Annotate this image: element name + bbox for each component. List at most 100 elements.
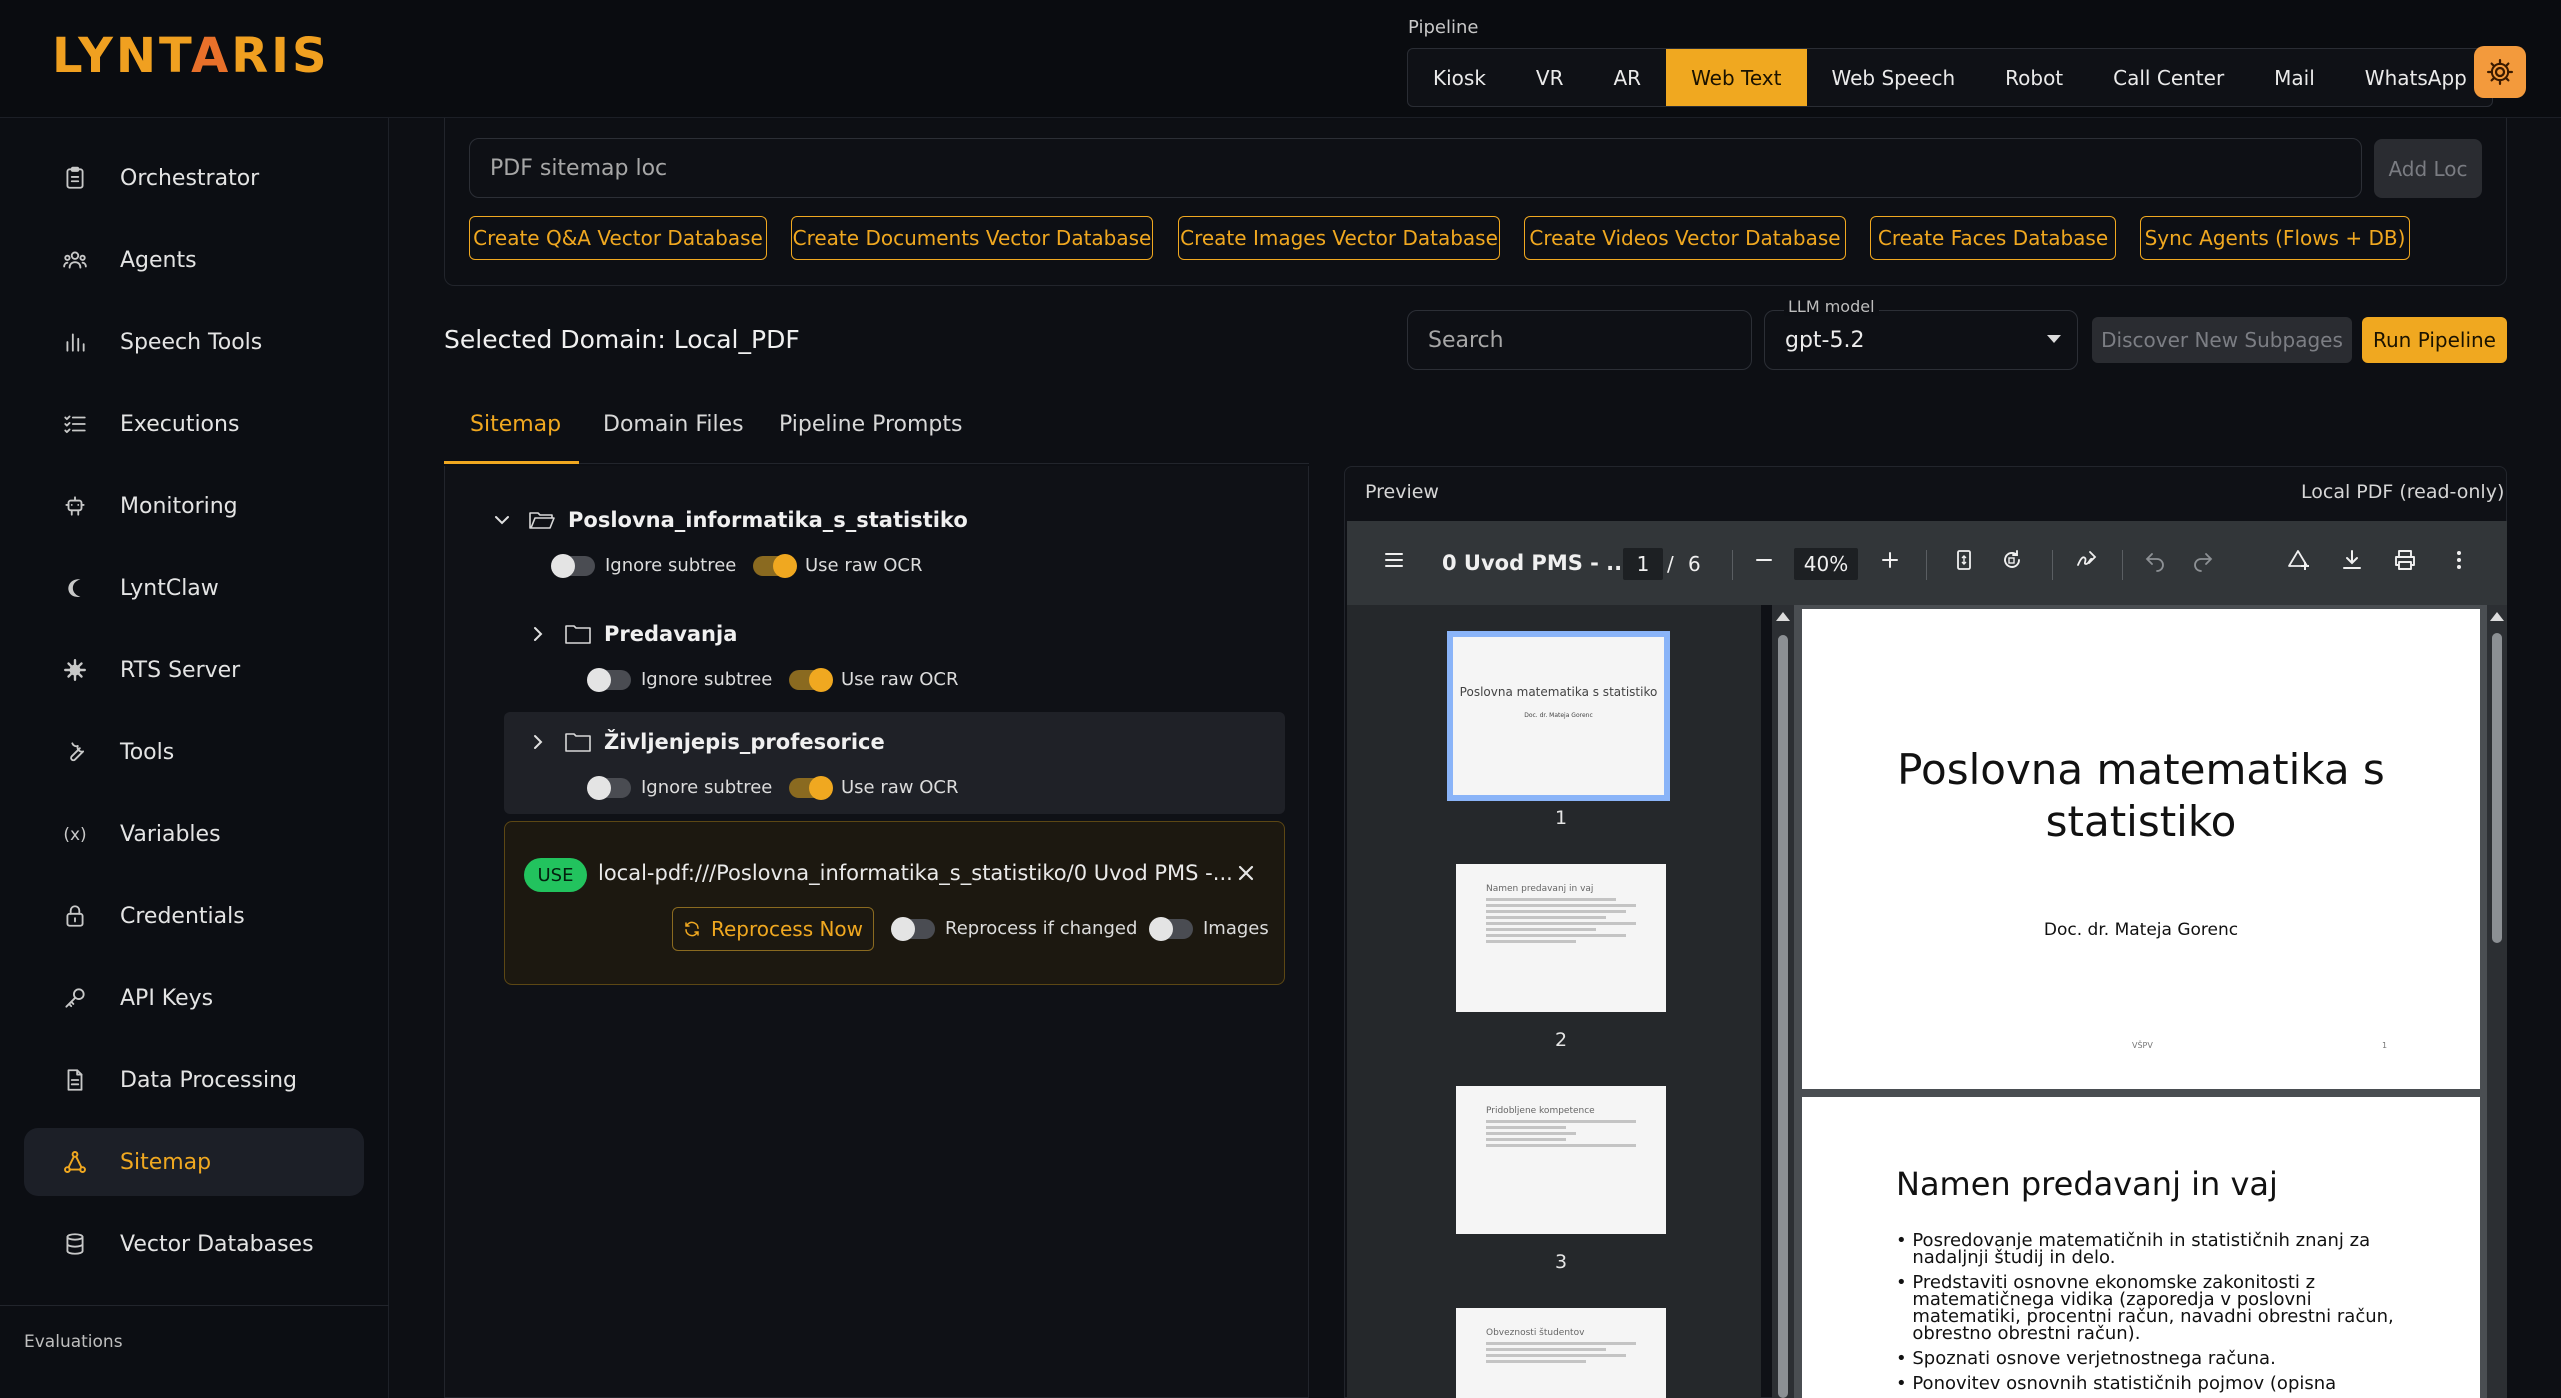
use-raw-ocr-label: Use raw OCR [805,555,923,576]
page-number-input[interactable]: 1 [1623,548,1663,580]
create-videos-vector-db-button[interactable]: Create Videos Vector Database [1524,216,1846,260]
pipeline-tab-call-center[interactable]: Call Center [2088,49,2249,106]
sidebar-item-rts-server[interactable]: RTS Server [24,636,364,704]
use-raw-ocr-toggle-row: Use raw OCR [789,775,958,800]
pdf-file-name: 0 Uvod PMS - ... [1442,551,1631,575]
use-raw-ocr-toggle[interactable] [789,667,833,692]
sidebar-item-sitemap[interactable]: Sitemap [24,1128,364,1196]
reprocess-if-changed-toggle[interactable] [891,916,935,941]
app-logo[interactable]: LYNTARIS [52,28,330,84]
sidebar-item-executions[interactable]: Executions [24,390,364,458]
pipeline-tabs: Kiosk VR AR Web Text Web Speech Robot Ca… [1407,48,2493,107]
sidebar-item-monitoring[interactable]: Monitoring [24,472,364,540]
tab-domain-files[interactable]: Domain Files [603,412,744,437]
pipeline-tab-web-text[interactable]: Web Text [1666,49,1807,106]
chevron-right-icon[interactable] [528,624,548,644]
page-thumbnail[interactable]: Namen predavanj in vaj [1456,864,1666,1012]
discover-subpages-button[interactable]: Discover New Subpages [2092,317,2352,363]
tree-node-zivljenjepis[interactable]: Življenjepis_profesorice [528,730,885,754]
use-raw-ocr-toggle-row: Use raw OCR [789,667,958,692]
more-vertical-icon[interactable] [2447,548,2471,572]
create-qa-vector-db-button[interactable]: Create Q&A Vector Database [469,216,767,260]
redo-icon[interactable] [2191,548,2215,572]
menu-icon[interactable] [1382,548,1406,572]
create-documents-vector-db-button[interactable]: Create Documents Vector Database [791,216,1153,260]
caret-down-icon [2047,335,2061,343]
undo-icon[interactable] [2143,548,2167,572]
users-icon [60,245,90,275]
pipeline-tab-mail[interactable]: Mail [2249,49,2340,106]
search-input[interactable] [1407,310,1752,370]
sidebar-item-agents[interactable]: Agents [24,226,364,294]
images-toggle[interactable] [1149,916,1193,941]
ignore-subtree-toggle[interactable] [587,775,631,800]
document-scrollbar[interactable] [2487,605,2507,1398]
sidebar-item-credentials[interactable]: Credentials [24,882,364,950]
fit-page-icon[interactable] [1952,548,1976,572]
draw-icon[interactable] [2075,548,2099,572]
chevron-down-icon[interactable] [492,510,512,530]
sidebar-item-speech-tools[interactable]: Speech Tools [24,308,364,376]
llm-model-label: LLM model [1784,297,1879,316]
folder-icon [565,733,591,752]
close-icon[interactable] [1235,862,1257,884]
settings-button[interactable] [2474,46,2526,98]
tab-sitemap[interactable]: Sitemap [470,412,561,437]
zoom-level-input[interactable]: 40% [1794,548,1858,580]
sidebar-item-variables[interactable]: (x) Variables [24,800,364,868]
download-icon[interactable] [2340,548,2364,572]
add-comment-icon[interactable] [2286,548,2312,572]
print-icon[interactable] [2392,548,2418,572]
tab-pipeline-prompts[interactable]: Pipeline Prompts [779,412,962,437]
create-images-vector-db-button[interactable]: Create Images Vector Database [1178,216,1500,260]
document-icon [60,1065,90,1095]
sidebar-section-evaluations: Evaluations [24,1332,123,1352]
llm-model-select[interactable]: gpt-5.2 [1764,310,2078,370]
clipboard-icon [60,163,90,193]
zoom-in-icon[interactable] [1878,548,1902,572]
page-thumbnail[interactable]: Pridobljene kompetence [1456,1086,1666,1234]
llm-model-value: gpt-5.2 [1785,327,1865,353]
thumbnail-scrollbar[interactable] [1772,605,1794,1398]
refresh-icon [685,921,699,937]
pipeline-tab-ar[interactable]: AR [1589,49,1667,106]
reprocess-now-button[interactable]: Reprocess Now [672,907,874,951]
rotate-icon[interactable] [2000,548,2024,572]
use-raw-ocr-toggle[interactable] [753,553,797,578]
sidebar-item-api-keys[interactable]: API Keys [24,964,364,1032]
sidebar-item-lyntclaw[interactable]: LyntClaw [24,554,364,622]
ignore-subtree-toggle[interactable] [587,667,631,692]
create-faces-db-button[interactable]: Create Faces Database [1870,216,2116,260]
pipeline-tab-robot[interactable]: Robot [1980,49,2088,106]
tree-node-root[interactable]: Poslovna_informatika_s_statistiko [492,508,968,532]
thumb-title: Poslovna matematika s statistiko [1459,685,1658,699]
sync-agents-button[interactable]: Sync Agents (Flows + DB) [2140,216,2410,260]
folder-open-icon [529,512,555,529]
sidebar-divider [0,1305,389,1306]
list-check-icon [60,409,90,439]
chevron-right-icon[interactable] [528,732,548,752]
use-raw-ocr-toggle[interactable] [789,775,833,800]
sidebar-item-data-processing[interactable]: Data Processing [24,1046,364,1114]
ignore-subtree-toggle[interactable] [551,553,595,578]
pipeline-tab-vr[interactable]: VR [1511,49,1589,106]
toolbar-divider [1926,550,1927,580]
pipeline-tab-whatsapp[interactable]: WhatsApp [2340,49,2492,106]
thumb-number: 3 [1555,1251,1568,1273]
zoom-out-icon[interactable] [1752,548,1776,572]
run-pipeline-button[interactable]: Run Pipeline [2362,317,2507,363]
pipeline-tab-web-speech[interactable]: Web Speech [1807,49,1981,106]
pipeline-label: Pipeline [1408,17,1479,38]
use-badge: USE [524,858,587,892]
add-loc-button[interactable]: Add Loc [2374,139,2482,198]
sidebar-item-orchestrator[interactable]: Orchestrator [24,144,364,212]
page-thumbnail[interactable]: Poslovna matematika s statistiko Doc. dr… [1447,631,1670,801]
preview-title: Preview [1365,481,1439,503]
pipeline-tab-kiosk[interactable]: Kiosk [1408,49,1511,106]
images-label: Images [1203,918,1269,939]
page-thumbnail[interactable]: Obveznosti študentov [1456,1308,1666,1398]
sidebar-item-vector-databases[interactable]: Vector Databases [24,1210,364,1278]
tree-node-predavanja[interactable]: Predavanja [528,622,737,646]
pdf-sitemap-loc-input[interactable] [469,138,2362,198]
sidebar-item-tools[interactable]: Tools [24,718,364,786]
